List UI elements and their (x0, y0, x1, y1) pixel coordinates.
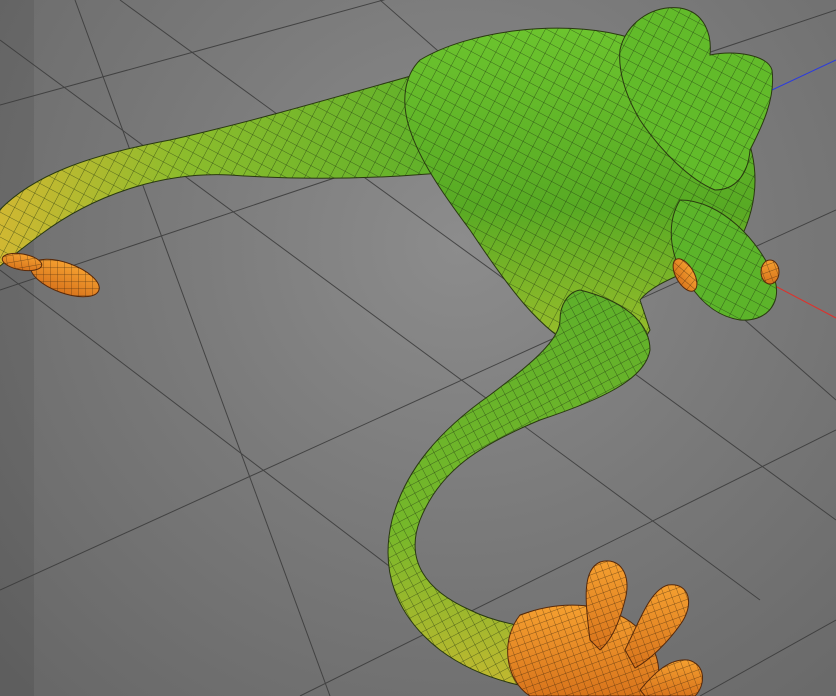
frog-model[interactable] (0, 7, 780, 696)
right-arm (670, 199, 777, 321)
left-arm (0, 64, 471, 267)
3d-viewport[interactable] (0, 0, 836, 696)
left-hand-toes (1, 252, 100, 298)
hind-foot (507, 560, 703, 696)
scene-canvas[interactable] (0, 0, 836, 696)
